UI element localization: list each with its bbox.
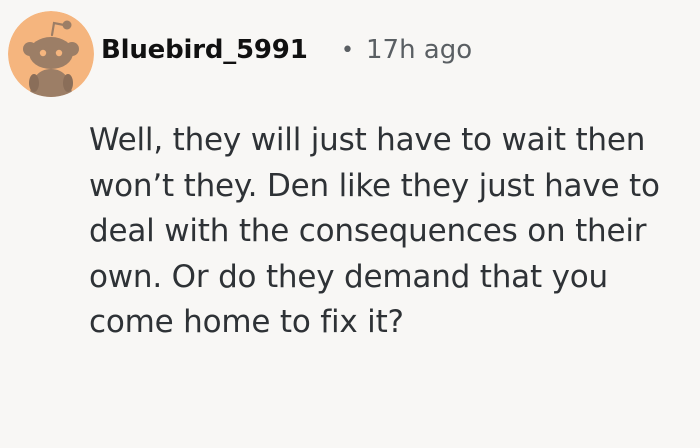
comment-body: Well, they will just have to wait then w… [89,122,660,340]
snoo-avatar-icon [8,11,94,97]
comment-author[interactable]: Bluebird_5991 [101,30,308,70]
comment: Bluebird_5991 • 17h ago Well, they will j… [0,0,700,448]
comment-timestamp[interactable]: 17h ago [366,35,472,65]
separator-dot: • [341,38,354,63]
user-avatar[interactable] [8,11,94,97]
comment-meta: • 17h ago [341,30,472,71]
